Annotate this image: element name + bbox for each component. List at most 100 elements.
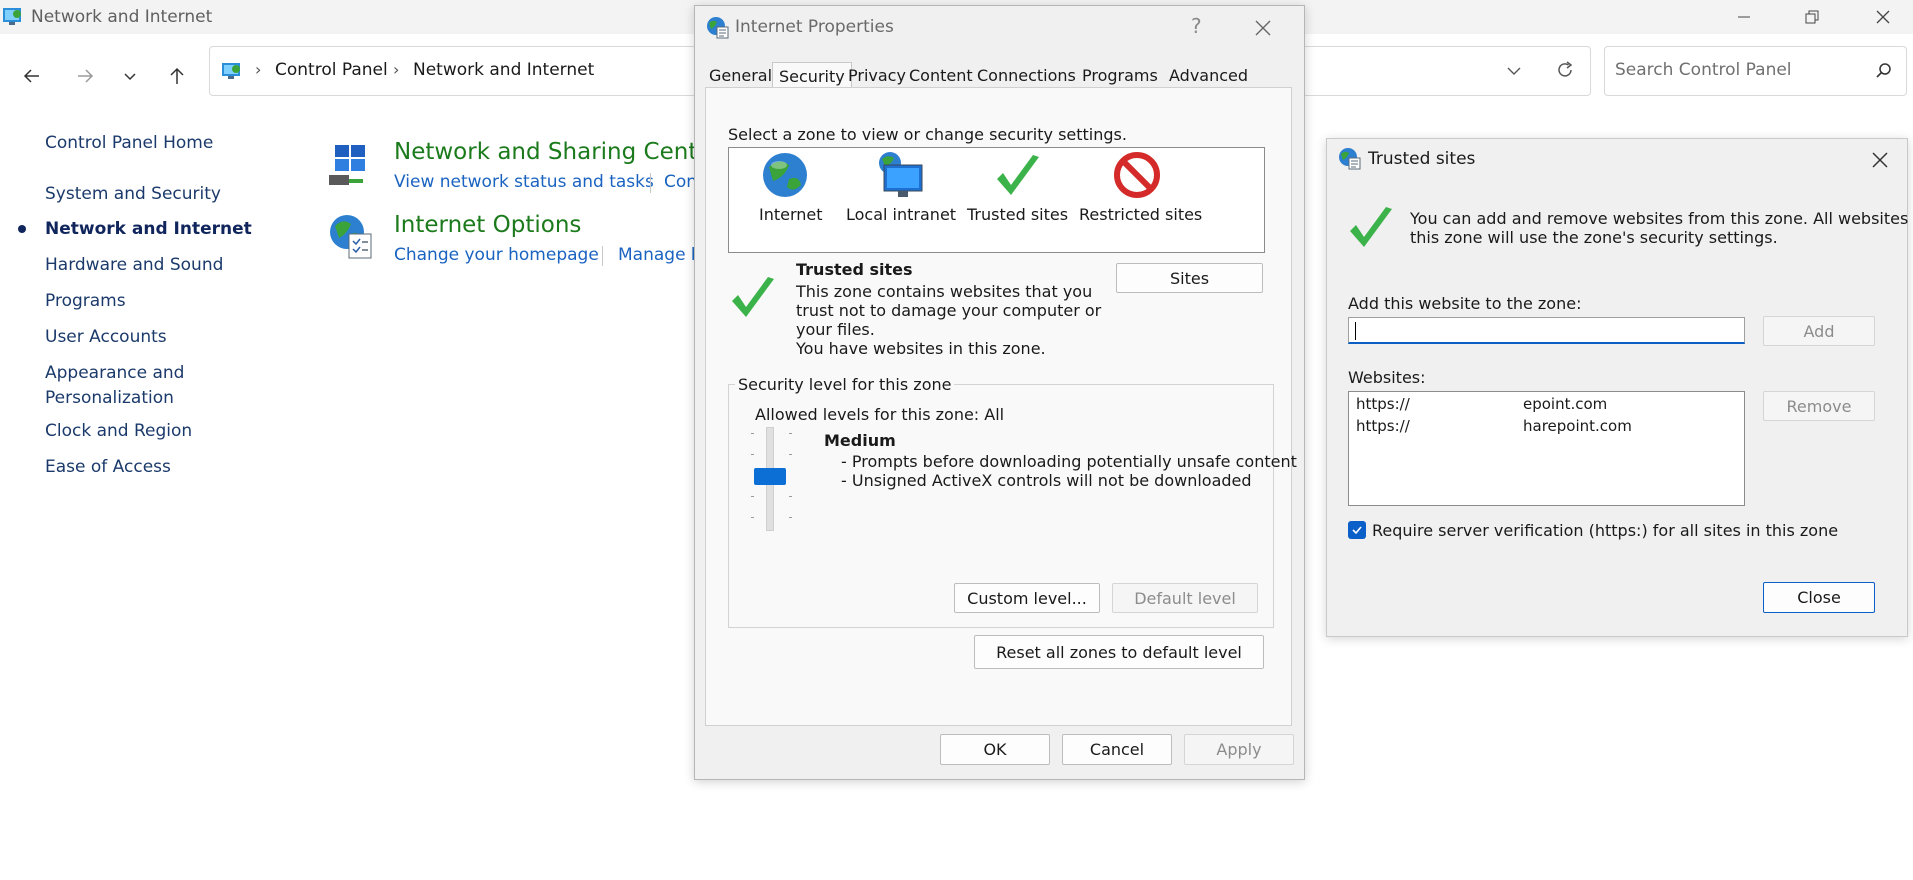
arrow-up-icon (170, 67, 184, 84)
refresh-icon[interactable] (1555, 60, 1575, 80)
website-prefix: https:// (1356, 395, 1410, 413)
zone-description-line4: You have websites in this zone. (796, 339, 1046, 358)
tab-advanced[interactable]: Advanced (1169, 66, 1248, 85)
nav-clock-and-region[interactable]: Clock and Region (45, 421, 192, 441)
manage-link-truncated[interactable]: Manage b (618, 245, 702, 265)
help-button[interactable]: ? (1191, 14, 1202, 38)
network-link-truncated[interactable]: Con (664, 172, 697, 192)
internet-options-icon (1339, 148, 1361, 170)
recent-locations-button[interactable] (110, 56, 150, 96)
add-website-label: Add this website to the zone: (1348, 294, 1582, 313)
sites-button[interactable]: Sites (1116, 263, 1263, 293)
restore-icon (1805, 10, 1819, 24)
websites-list[interactable]: https:// epoint.com https:// harepoint.c… (1348, 391, 1745, 506)
zone-list: Internet Local intranet Trusted sites Re… (728, 147, 1265, 253)
require-https-label[interactable]: Require server verification (https:) for… (1372, 521, 1838, 540)
search-box[interactable]: Search Control Panel (1604, 46, 1907, 96)
nav-user-accounts[interactable]: User Accounts (45, 327, 167, 347)
arrow-right-icon (78, 69, 94, 83)
ok-button[interactable]: OK (940, 734, 1050, 765)
no-entry-icon (1114, 152, 1160, 198)
add-button[interactable]: Add (1763, 316, 1875, 346)
internet-options-icon (330, 215, 372, 259)
level-bullet-2: - Unsigned ActiveX controls will not be … (841, 471, 1252, 490)
checkmark-icon (997, 155, 1039, 195)
close-icon (1876, 10, 1890, 24)
close-icon[interactable] (1871, 151, 1889, 169)
list-item[interactable]: https:// epoint.com (1349, 392, 1744, 414)
allowed-levels-label: Allowed levels for this zone: All (755, 405, 1005, 424)
view-network-status-link[interactable]: View network status and tasks (394, 172, 654, 192)
tab-general[interactable]: General (709, 66, 772, 85)
apply-button[interactable]: Apply (1184, 734, 1294, 765)
nav-ease-of-access[interactable]: Ease of Access (45, 457, 171, 477)
zone-local-intranet-label: Local intranet (846, 205, 957, 224)
custom-level-button[interactable]: Custom level... (954, 583, 1100, 613)
search-icon[interactable] (1875, 62, 1893, 80)
zone-trusted-sites[interactable]: Trusted sites (963, 148, 1073, 252)
nav-appearance-and-personalization[interactable]: Appearance and (45, 363, 184, 383)
nav-system-and-security[interactable]: System and Security (45, 184, 221, 204)
trusted-sites-dialog: Trusted sites You can add and remove web… (1326, 138, 1913, 637)
globe-icon (763, 153, 807, 197)
security-level-slider-thumb[interactable] (754, 468, 786, 485)
close-icon[interactable] (1253, 18, 1273, 38)
breadcrumb-control-panel[interactable]: Control Panel (275, 60, 388, 80)
slider-tick (751, 517, 754, 518)
chevron-down-icon (124, 73, 136, 81)
website-prefix: https:// (1356, 417, 1410, 435)
zone-trusted-sites-label: Trusted sites (967, 205, 1069, 224)
control-panel-icon (222, 63, 240, 79)
change-homepage-link[interactable]: Change your homepage (394, 245, 599, 265)
add-website-input[interactable] (1348, 317, 1745, 344)
zone-title: Trusted sites (796, 260, 913, 279)
close-button[interactable] (1855, 0, 1911, 34)
internet-options-icon (707, 17, 729, 39)
search-input[interactable]: Search Control Panel (1615, 60, 1792, 80)
zone-description-line1: This zone contains websites that you (796, 282, 1093, 301)
active-indicator (18, 225, 26, 233)
breadcrumb-network-and-internet[interactable]: Network and Internet (413, 60, 594, 80)
internet-options-title[interactable]: Internet Options (394, 212, 581, 238)
breadcrumb-separator: › (255, 60, 262, 79)
breadcrumb-separator: › (393, 60, 400, 79)
restore-button[interactable] (1784, 0, 1840, 34)
forward-button[interactable] (65, 56, 105, 96)
cancel-button[interactable]: Cancel (1062, 734, 1172, 765)
zone-restricted-sites-label: Restricted sites (1079, 205, 1203, 224)
nav-network-and-internet[interactable]: Network and Internet (45, 219, 252, 239)
minimize-icon (1738, 16, 1750, 18)
tab-connections[interactable]: Connections (977, 66, 1076, 85)
website-suffix: harepoint.com (1523, 417, 1632, 435)
tab-content[interactable]: Content (909, 66, 973, 85)
slider-tick (789, 454, 792, 455)
dialog-title: Internet Properties (735, 17, 894, 37)
close-button[interactable]: Close (1763, 582, 1875, 613)
require-https-checkbox[interactable] (1348, 521, 1366, 539)
zone-internet[interactable]: Internet (741, 148, 827, 252)
list-item[interactable]: https:// harepoint.com (1349, 414, 1744, 436)
nav-control-panel-home[interactable]: Control Panel Home (45, 133, 213, 153)
default-level-button[interactable]: Default level (1112, 583, 1258, 613)
link-separator (650, 173, 651, 193)
tab-privacy[interactable]: Privacy (848, 66, 906, 85)
network-sharing-center-icon (329, 145, 365, 185)
tab-programs[interactable]: Programs (1082, 66, 1158, 85)
checkmark-icon (1352, 526, 1362, 535)
minimize-button[interactable] (1716, 0, 1772, 34)
nav-appearance-and-personalization-line2[interactable]: Personalization (45, 388, 174, 408)
remove-button[interactable]: Remove (1763, 391, 1875, 421)
back-button[interactable] (12, 56, 52, 96)
zone-local-intranet[interactable]: Local intranet (843, 148, 961, 252)
nav-programs[interactable]: Programs (45, 291, 126, 311)
slider-tick (789, 433, 792, 434)
reset-all-zones-button[interactable]: Reset all zones to default level (974, 635, 1264, 669)
slider-tick (751, 454, 754, 455)
nav-hardware-and-sound[interactable]: Hardware and Sound (45, 255, 223, 275)
network-sharing-center-title[interactable]: Network and Sharing Center (394, 139, 721, 165)
control-panel-icon (3, 8, 21, 25)
up-button[interactable] (157, 56, 197, 96)
zone-restricted-sites[interactable]: Restricted sites (1073, 148, 1202, 252)
slider-tick (751, 496, 754, 497)
chevron-down-icon[interactable] (1506, 63, 1522, 79)
